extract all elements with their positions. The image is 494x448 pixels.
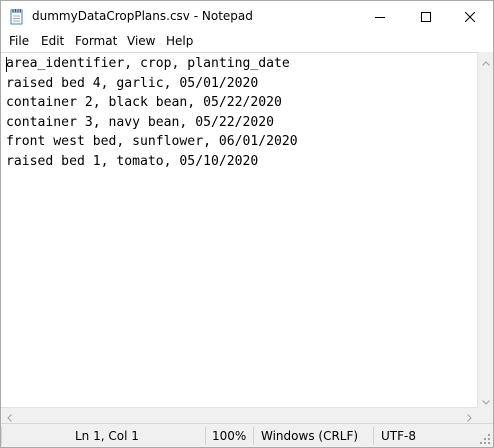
menu-bar: File Edit Format View Help [1,32,493,52]
window-title: dummyDataCropPlans.csv - Notepad [32,9,253,23]
minimize-icon [375,12,385,22]
title-bar[interactable]: dummyDataCropPlans.csv - Notepad [1,1,493,32]
scroll-up-button[interactable] [478,52,494,68]
minimize-button[interactable] [357,1,403,32]
text-line: raised bed 4, garlic, 05/01/2020 [6,75,259,91]
encoding: UTF-8 [381,428,416,443]
notepad-icon [10,8,24,25]
text-line: area_identifier, crop, planting_date [6,56,290,71]
cursor-position: Ln 1, Col 1 [75,428,139,443]
editor-text[interactable]: area_identifier, crop, planting_date rai… [6,54,298,171]
menu-edit[interactable]: Edit [41,34,64,48]
maximize-button[interactable] [403,1,449,32]
status-divider [205,427,206,445]
close-button[interactable] [447,1,493,32]
text-editor[interactable]: area_identifier, crop, planting_date rai… [1,52,477,408]
notepad-window: dummyDataCropPlans.csv - Notepad File Ed… [0,0,494,448]
chevron-down-icon [482,390,490,409]
text-line: raised bed 1, tomato, 05/10/2020 [6,153,259,169]
zoom-level: 100% [212,428,247,443]
chevron-up-icon [482,51,490,70]
text-line: container 2, black bean, 05/22/2020 [6,95,282,110]
status-divider [1,427,2,445]
menu-file[interactable]: File [9,34,29,48]
status-bar: Ln 1, Col 1 100% Windows (CRLF) UTF-8 [1,423,493,447]
status-divider [253,427,254,445]
scroll-right-button[interactable] [461,408,477,424]
line-ending: Windows (CRLF) [261,428,359,443]
text-caret [6,57,7,72]
menu-help[interactable]: Help [166,34,193,48]
status-divider [373,427,374,445]
menu-view[interactable]: View [127,34,155,48]
maximize-icon [421,11,431,22]
scroll-left-button[interactable] [1,408,17,424]
close-icon [465,11,475,22]
menu-format[interactable]: Format [75,34,117,48]
text-line: container 3, navy bean, 05/22/2020 [6,114,275,130]
text-line: front west bed, sunflower, 06/01/2020 [6,134,298,149]
scroll-down-button[interactable] [478,391,494,407]
horizontal-scrollbar[interactable] [1,407,477,423]
vertical-scrollbar[interactable] [477,52,493,407]
scrollbar-corner [477,407,493,423]
resize-grip-icon[interactable] [479,433,491,445]
